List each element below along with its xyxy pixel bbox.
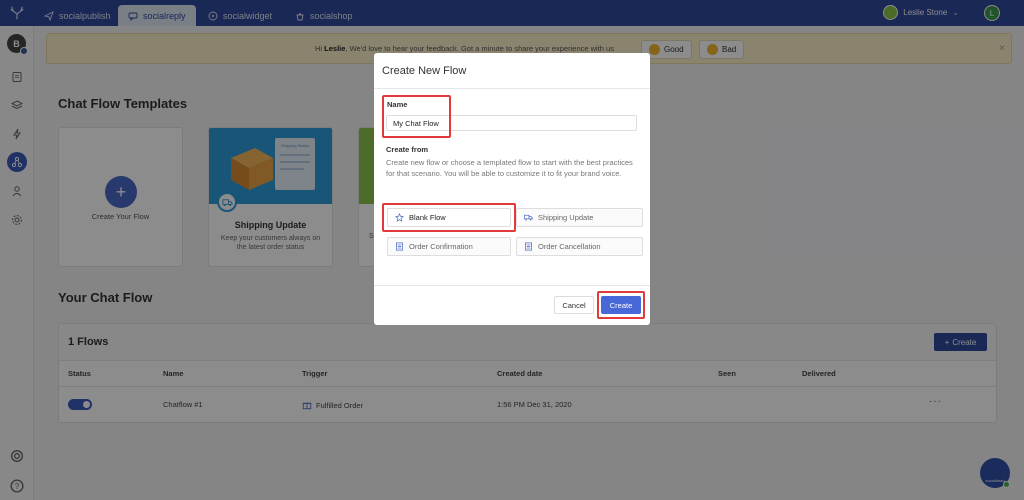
divider bbox=[374, 285, 650, 286]
highlight-name-field bbox=[382, 95, 451, 138]
create-from-label: Create from bbox=[386, 145, 429, 154]
divider bbox=[374, 88, 650, 89]
create-from-description: Create new flow or choose a templated fl… bbox=[386, 158, 633, 178]
highlight-create-button bbox=[597, 291, 645, 319]
option-order-cancellation[interactable]: Order Cancellation bbox=[516, 237, 643, 256]
list-icon bbox=[395, 242, 404, 251]
cancel-button[interactable]: Cancel bbox=[554, 296, 594, 314]
list-icon bbox=[524, 242, 533, 251]
option-shipping-update[interactable]: Shipping Update bbox=[516, 208, 643, 227]
option-order-confirmation[interactable]: Order Confirmation bbox=[387, 237, 511, 256]
create-new-flow-dialog: Create New Flow Name Create from Create … bbox=[374, 53, 650, 325]
truck-icon bbox=[524, 214, 533, 221]
dialog-title: Create New Flow bbox=[382, 65, 467, 77]
highlight-blank-flow bbox=[382, 203, 516, 232]
